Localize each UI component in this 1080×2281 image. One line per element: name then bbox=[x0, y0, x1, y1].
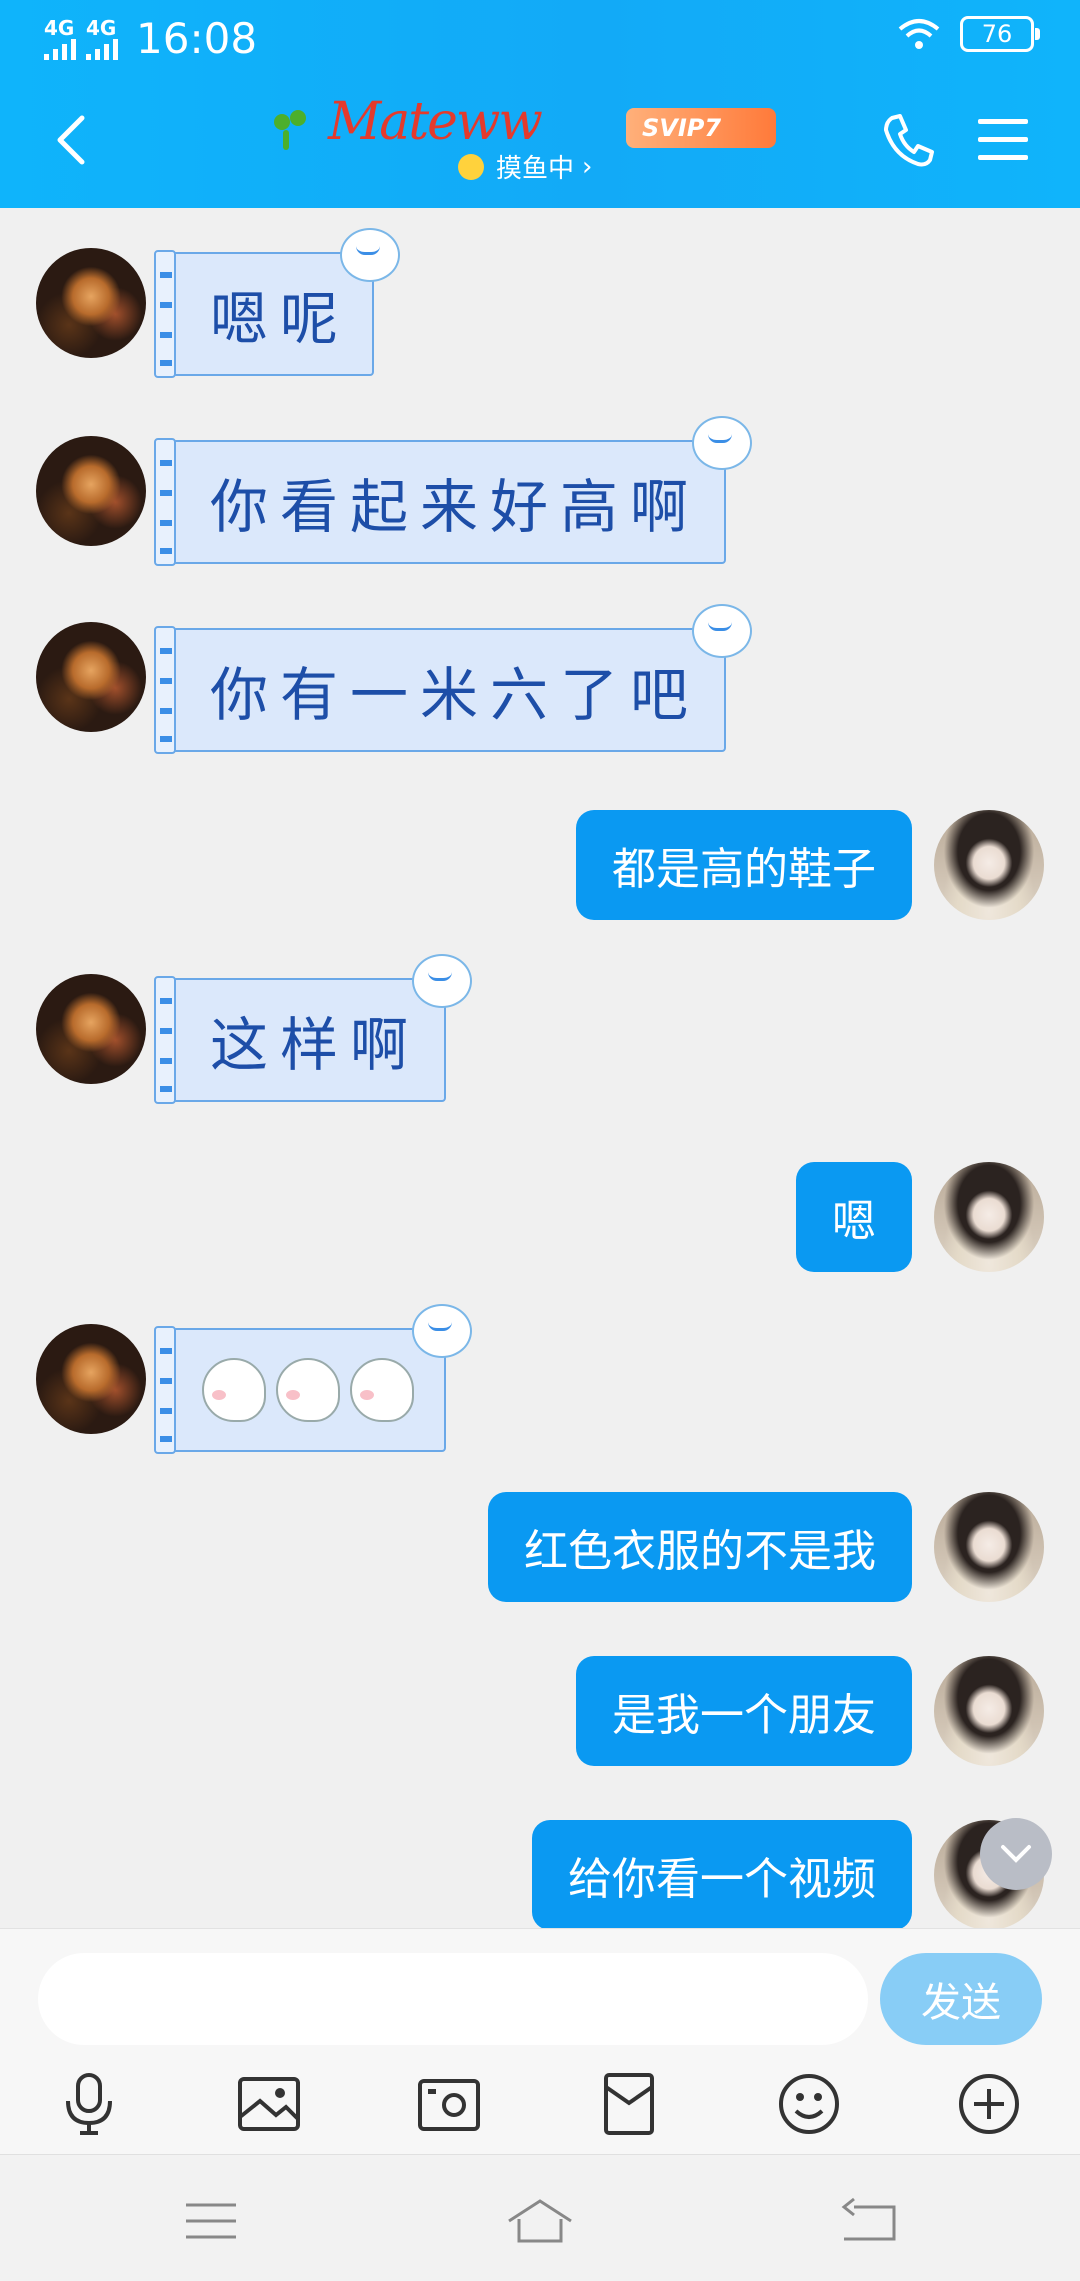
image-icon[interactable] bbox=[234, 2069, 304, 2139]
network-label: 4G bbox=[86, 15, 117, 40]
home-nav-icon[interactable] bbox=[505, 2191, 575, 2251]
status-bar-left: 4G 4G 16:08 bbox=[44, 14, 257, 63]
bubble-decoration-icon bbox=[692, 604, 752, 658]
back-icon[interactable] bbox=[52, 112, 92, 168]
message-text: 嗯 bbox=[832, 1196, 876, 1247]
signal-2: 4G bbox=[86, 18, 118, 60]
message-text: 这样啊 bbox=[210, 1011, 421, 1079]
send-button[interactable]: 发送 bbox=[880, 1953, 1042, 2045]
message-bubble-sent[interactable]: 都是高的鞋子 bbox=[576, 810, 912, 920]
message-text: 嗯呢 bbox=[210, 285, 351, 353]
contact-title[interactable]: Mateww SVIP7 bbox=[272, 92, 792, 154]
status-time: 16:08 bbox=[136, 14, 258, 63]
bubble-decoration-icon bbox=[340, 228, 400, 282]
microphone-icon[interactable] bbox=[54, 2069, 124, 2139]
chevron-down-icon bbox=[1001, 1845, 1031, 1863]
menu-nav-icon[interactable] bbox=[176, 2191, 246, 2251]
message-bubble-received[interactable]: 你有一米六了吧 bbox=[154, 604, 752, 754]
input-area: 发送 bbox=[0, 1928, 1080, 2155]
contact-name: Mateww bbox=[328, 92, 543, 152]
message-text: 你看起来好高啊 bbox=[210, 473, 701, 541]
message-input[interactable] bbox=[38, 1953, 868, 2045]
phone-icon[interactable] bbox=[882, 112, 934, 168]
contact-avatar[interactable] bbox=[36, 248, 146, 358]
message-text: 都是高的鞋子 bbox=[612, 844, 876, 895]
red-packet-icon[interactable] bbox=[594, 2069, 664, 2139]
camera-icon[interactable] bbox=[414, 2069, 484, 2139]
system-nav-bar bbox=[0, 2154, 1080, 2281]
contact-status[interactable]: 摸鱼中 › bbox=[458, 148, 592, 185]
contact-avatar[interactable] bbox=[36, 622, 146, 732]
chevron-right-icon: › bbox=[582, 151, 593, 182]
message-bubble-received[interactable]: 你看起来好高啊 bbox=[154, 416, 752, 566]
back-nav-icon[interactable] bbox=[834, 2191, 904, 2251]
message-list[interactable]: 嗯呢 你看起来好高啊 你有一米六了吧 都是高的鞋子 这样啊 嗯 红色衣服的不是我 bbox=[0, 208, 1080, 1928]
message-bubble-received[interactable]: 这样啊 bbox=[154, 954, 472, 1104]
menu-icon[interactable] bbox=[978, 117, 1028, 161]
message-bubble-sent[interactable]: 是我一个朋友 bbox=[576, 1656, 912, 1766]
scroll-down-button[interactable] bbox=[980, 1818, 1052, 1890]
sticker-icon bbox=[276, 1358, 340, 1422]
sticker-icon bbox=[350, 1358, 414, 1422]
fish-emoji-icon bbox=[458, 153, 484, 180]
sprout-icon bbox=[272, 110, 316, 154]
message-text: 给你看一个视频 bbox=[568, 1854, 876, 1905]
bubble-decoration-icon bbox=[412, 954, 472, 1008]
chat-header: 4G 4G 16:08 76 Mateww SVIP7 摸鱼中 › bbox=[0, 0, 1080, 208]
my-avatar[interactable] bbox=[934, 1656, 1044, 1766]
battery-level: 76 bbox=[981, 20, 1013, 48]
message-text: 红色衣服的不是我 bbox=[524, 1526, 876, 1577]
message-bubble-sent[interactable]: 红色衣服的不是我 bbox=[488, 1492, 912, 1602]
sticker-icon bbox=[202, 1358, 266, 1422]
contact-avatar[interactable] bbox=[36, 436, 146, 546]
battery-icon: 76 bbox=[960, 16, 1040, 52]
contact-avatar[interactable] bbox=[36, 974, 146, 1084]
my-avatar[interactable] bbox=[934, 1492, 1044, 1602]
bubble-decoration-icon bbox=[692, 416, 752, 470]
my-avatar[interactable] bbox=[934, 810, 1044, 920]
message-text: 你有一米六了吧 bbox=[210, 661, 701, 729]
message-text: 是我一个朋友 bbox=[612, 1690, 876, 1741]
network-label: 4G bbox=[44, 15, 75, 40]
message-bubble-received[interactable]: 嗯呢 bbox=[154, 228, 400, 378]
message-bubble-received[interactable] bbox=[154, 1304, 472, 1454]
plus-icon[interactable] bbox=[954, 2069, 1024, 2139]
contact-avatar[interactable] bbox=[36, 1324, 146, 1434]
message-bubble-sent[interactable]: 给你看一个视频 bbox=[532, 1820, 912, 1928]
wifi-icon bbox=[898, 19, 940, 49]
my-avatar[interactable] bbox=[934, 1162, 1044, 1272]
vip-badge: SVIP7 bbox=[626, 108, 776, 148]
status-bar-right: 76 bbox=[898, 16, 1040, 52]
bubble-decoration-icon bbox=[412, 1304, 472, 1358]
message-bubble-sent[interactable]: 嗯 bbox=[796, 1162, 912, 1272]
emoji-icon[interactable] bbox=[774, 2069, 844, 2139]
status-text: 摸鱼中 bbox=[496, 154, 575, 184]
signal-1: 4G bbox=[44, 18, 76, 60]
